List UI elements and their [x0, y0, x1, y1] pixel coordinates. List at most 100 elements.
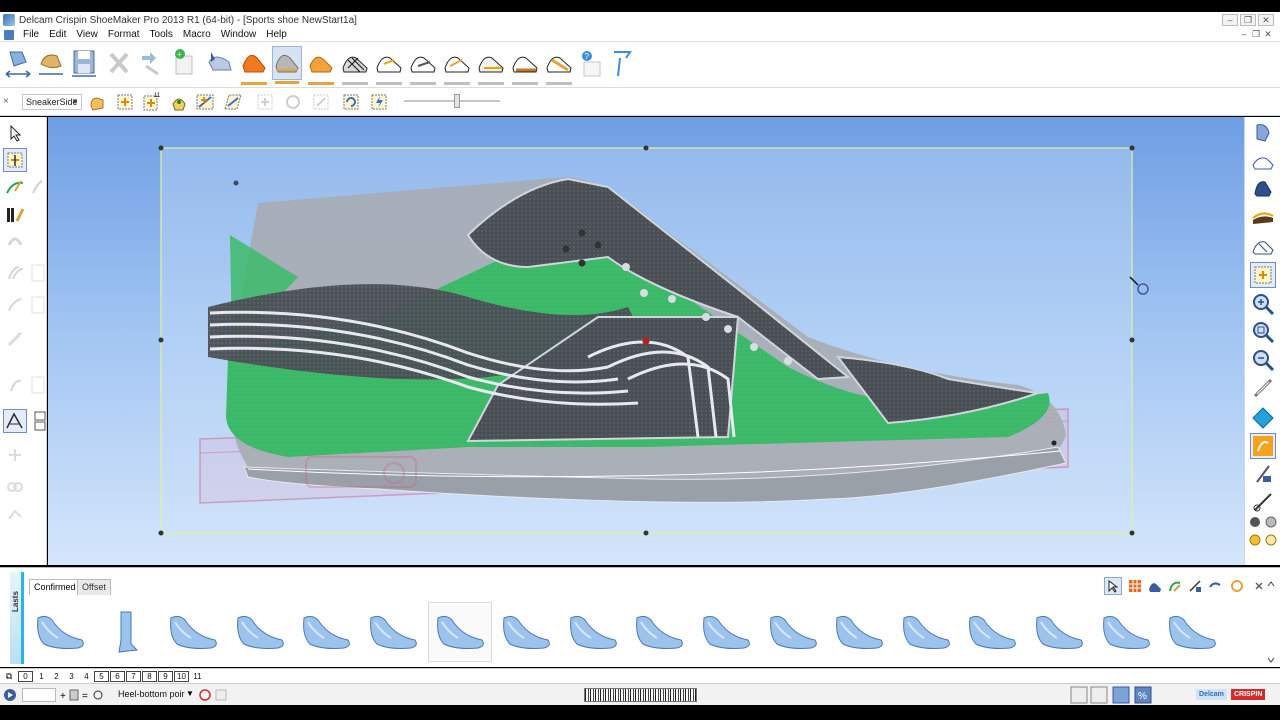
last-thumbnail[interactable] — [294, 602, 358, 662]
view-bottom-icon[interactable] — [1250, 203, 1276, 229]
page-tab-7[interactable]: 7 — [126, 670, 141, 682]
heel-point-combo[interactable]: Heel-bottom poir — [118, 689, 185, 699]
sneaker-6-icon[interactable] — [544, 46, 574, 85]
last-thumbnail[interactable] — [428, 602, 492, 662]
scale-disabled-icon[interactable] — [310, 91, 332, 113]
smooth-disabled-icon[interactable] — [3, 229, 27, 253]
sneaker-1-icon[interactable] — [374, 46, 404, 85]
rotate-shoe-icon[interactable] — [168, 91, 190, 113]
page-tab-4[interactable]: 4 — [79, 672, 94, 681]
last-tools-icon[interactable] — [36, 46, 66, 80]
last-thumbnail[interactable] — [694, 602, 758, 662]
last-thumbnail[interactable] — [1160, 602, 1224, 662]
grey-dot-icon[interactable] — [1264, 515, 1278, 529]
last-thumbnail[interactable] — [228, 602, 292, 662]
snap-tools[interactable]: + = — [58, 688, 108, 702]
last-thumbnail[interactable] — [1094, 602, 1158, 662]
lasts-vertical-tab[interactable]: Lasts — [10, 572, 24, 664]
save-icon[interactable] — [69, 46, 99, 80]
menu-edit[interactable]: Edit — [44, 29, 71, 40]
maximize-button[interactable]: ❐ — [1240, 14, 1256, 26]
cut-icon[interactable] — [1250, 489, 1276, 515]
panel-ring-icon[interactable] — [1228, 577, 1246, 595]
sneaker-3-icon[interactable] — [442, 46, 472, 85]
dark-dot-icon[interactable] — [1248, 515, 1262, 529]
last-thumbnail[interactable] — [761, 602, 825, 662]
page-tab-10[interactable]: 10 — [174, 670, 189, 682]
offset-alt-icon[interactable] — [26, 261, 50, 285]
light-dot-icon[interactable] — [1264, 533, 1278, 547]
warp-icon[interactable] — [222, 91, 244, 113]
last-thumbnail[interactable] — [95, 602, 159, 662]
doc-close-button[interactable]: ✕ — [1262, 29, 1274, 40]
stitch-tool-icon[interactable] — [3, 409, 27, 433]
sneaker-2-icon[interactable] — [408, 46, 438, 85]
status-right-tools[interactable]: % — [1070, 686, 1158, 704]
page-tab-6[interactable]: 6 — [110, 670, 125, 682]
edit-line-icon[interactable] — [3, 148, 27, 172]
panel-shoe-icon[interactable] — [1146, 577, 1164, 595]
offset-disabled-icon[interactable] — [3, 261, 27, 285]
zoom-slider-thumb[interactable] — [454, 94, 460, 108]
draw-curve-icon[interactable] — [3, 175, 27, 199]
view-side-icon[interactable] — [1250, 148, 1276, 174]
view-heel-icon[interactable] — [1250, 120, 1276, 146]
zoom-in-icon[interactable] — [1250, 291, 1276, 317]
page-tab-5[interactable]: 5 — [94, 670, 109, 682]
numbered-view-icon[interactable]: 11 — [140, 91, 162, 113]
trim-alt-icon[interactable] — [26, 373, 50, 397]
move-disabled-icon[interactable] — [254, 91, 276, 113]
play-icon[interactable] — [3, 688, 17, 702]
new-icon[interactable]: + — [170, 46, 200, 80]
link-disabled-icon[interactable] — [3, 475, 27, 499]
menu-file[interactable]: File — [18, 29, 44, 40]
doc-minimize-button[interactable]: ‒ — [1238, 29, 1250, 40]
view-top-icon[interactable] — [1250, 175, 1276, 201]
page-tab-8[interactable]: 8 — [142, 670, 157, 682]
zoom-slider-track[interactable] — [404, 100, 500, 102]
flag-icon[interactable] — [606, 46, 636, 80]
mirror-disabled-icon[interactable] — [3, 293, 27, 317]
bolt-icon[interactable] — [368, 91, 390, 113]
pointer-shoe-icon[interactable] — [205, 46, 235, 80]
zoom-window-icon[interactable] — [1250, 319, 1276, 345]
last-thumbnail[interactable] — [494, 602, 558, 662]
sneaker-4-icon[interactable] — [476, 46, 506, 85]
path-disabled-icon[interactable] — [3, 501, 27, 525]
last-thumbnail[interactable] — [161, 602, 225, 662]
shoe-orange2-icon[interactable] — [306, 46, 336, 85]
view-combo[interactable]: SneakerSide ▼ — [22, 94, 82, 110]
last-thumbnail[interactable] — [28, 602, 92, 662]
undo-icon[interactable] — [136, 46, 166, 80]
page-tab-2[interactable]: 2 — [49, 672, 64, 681]
panel-link-icon[interactable] — [1206, 577, 1224, 595]
feather-disabled-icon[interactable] — [3, 327, 27, 351]
help-icon[interactable]: ? — [578, 46, 608, 80]
refresh-icon[interactable] — [340, 91, 362, 113]
curve-alt-icon[interactable] — [26, 175, 50, 199]
gold-dot-icon[interactable] — [1248, 533, 1262, 547]
tab-confirmed[interactable]: Confirmed — [29, 579, 81, 595]
panel-needle-icon[interactable] — [1186, 577, 1204, 595]
trim-disabled-icon[interactable] — [3, 373, 27, 397]
grid-transform-icon[interactable] — [194, 91, 216, 113]
last-thumbnail[interactable] — [1027, 602, 1091, 662]
sneaker-hatched-icon[interactable] — [340, 46, 370, 85]
menu-format[interactable]: Format — [103, 29, 145, 40]
last-thumbnail[interactable] — [561, 602, 625, 662]
shoe-orange-icon[interactable] — [239, 46, 269, 85]
shoe-drawing[interactable] — [48, 117, 1244, 565]
measure-icon[interactable] — [1250, 375, 1276, 401]
page-tab-0[interactable]: 0 — [18, 670, 33, 682]
page-tab-9[interactable]: 9 — [158, 670, 173, 682]
close-button[interactable]: ✕ — [1258, 14, 1274, 26]
shoe-grey-icon[interactable] — [272, 46, 302, 84]
rotate-disabled-icon[interactable] — [282, 91, 304, 113]
hand-tool-icon[interactable] — [86, 91, 108, 113]
menu-macro[interactable]: Macro — [178, 29, 216, 40]
knife-icon[interactable] — [1250, 461, 1276, 487]
fit-view-icon[interactable] — [114, 91, 136, 113]
panel-curve-icon[interactable] — [1166, 577, 1184, 595]
page-layout-icon[interactable]: ⧉ — [0, 671, 18, 682]
panel-grid-icon[interactable] — [1126, 577, 1144, 595]
